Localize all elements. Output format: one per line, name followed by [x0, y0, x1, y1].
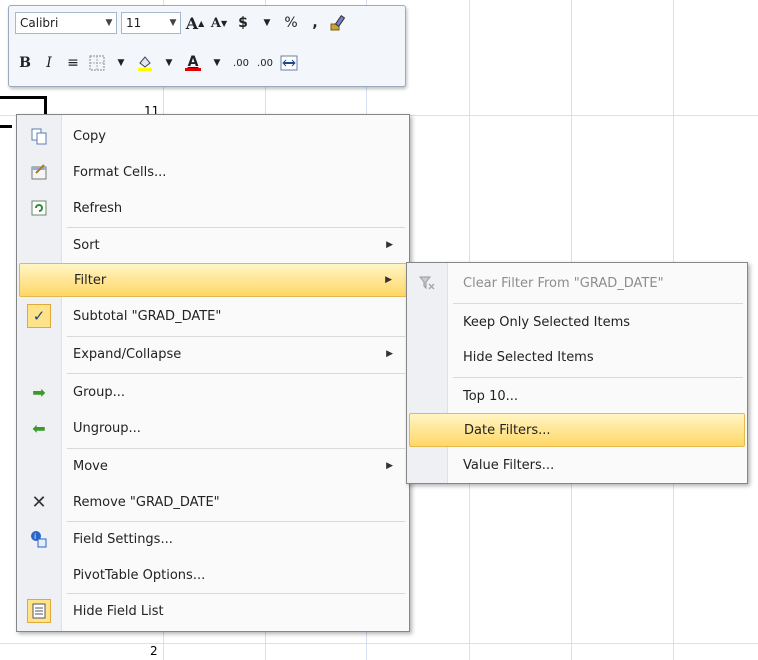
menu-item-label: Field Settings...: [73, 531, 173, 547]
menu-separator: [67, 373, 405, 374]
menu-item-field-settings[interactable]: i Field Settings...: [19, 522, 407, 556]
font-name-combo[interactable]: Calibri ▼: [15, 12, 117, 34]
menu-item-group[interactable]: ➡ Group...: [19, 375, 407, 409]
menu-item-sort[interactable]: Sort ▶: [19, 228, 407, 262]
svg-text:i: i: [34, 532, 36, 541]
decrease-decimal-button[interactable]: .00: [255, 52, 275, 74]
borders-icon[interactable]: [87, 52, 107, 74]
menu-item-ungroup[interactable]: ⬅ Ungroup...: [19, 411, 407, 445]
menu-item-label: Sort: [73, 237, 100, 253]
context-menu: Copy Format Cells... Refresh Sort ▶ Filt…: [16, 114, 410, 632]
format-painter-icon[interactable]: [329, 12, 349, 34]
active-cell-border: [44, 96, 47, 116]
chevron-down-icon[interactable]: ▼: [257, 12, 277, 34]
submenu-arrow-icon: ▶: [386, 349, 393, 359]
active-cell-border: [0, 96, 46, 99]
menu-item-move[interactable]: Move ▶: [19, 449, 407, 483]
active-cell-border: [0, 125, 12, 128]
font-size-combo[interactable]: 11 ▼: [121, 12, 181, 34]
shrink-font-button[interactable]: A ▼: [209, 12, 229, 34]
ungroup-arrow-icon: ⬅: [32, 418, 46, 438]
group-arrow-icon: ➡: [32, 382, 46, 402]
grow-font-button[interactable]: A ▲: [185, 12, 205, 34]
menu-item-label: Filter: [74, 272, 107, 288]
cell-value-bottom[interactable]: 2: [150, 644, 158, 658]
italic-button[interactable]: I: [39, 52, 59, 74]
bold-button[interactable]: B: [15, 52, 35, 74]
submenu-arrow-icon: ▶: [385, 275, 392, 285]
menu-item-label: Subtotal "GRAD_DATE": [73, 308, 222, 324]
font-color-button[interactable]: A: [183, 52, 203, 74]
menu-item-refresh[interactable]: Refresh: [19, 191, 407, 225]
submenu-item-label: Value Filters...: [463, 457, 555, 473]
menu-item-label: Move: [73, 458, 108, 474]
merge-center-icon[interactable]: [279, 52, 299, 74]
menu-item-pivottable-options[interactable]: PivotTable Options...: [19, 558, 407, 592]
filter-submenu: Clear Filter From "GRAD_DATE" Keep Only …: [406, 262, 748, 484]
font-name-value: Calibri: [20, 16, 59, 30]
submenu-item-value-filters[interactable]: Value Filters...: [409, 448, 745, 482]
currency-format-button[interactable]: $: [233, 12, 253, 34]
menu-item-hide-field-list[interactable]: Hide Field List: [19, 594, 407, 628]
menu-item-label: Ungroup...: [73, 420, 141, 436]
copy-icon: [23, 125, 55, 147]
menu-item-format-cells[interactable]: Format Cells...: [19, 155, 407, 189]
increase-decimal-button[interactable]: .00: [231, 52, 251, 74]
menu-item-label: Copy: [73, 128, 106, 144]
submenu-item-label: Clear Filter From "GRAD_DATE": [463, 275, 664, 291]
mini-toolbar: Calibri ▼ 11 ▼ A ▲ A ▼ $ ▼ % , B I ≡ ▼ ▼ A: [8, 5, 406, 87]
submenu-item-keep-only-selected[interactable]: Keep Only Selected Items: [409, 305, 745, 339]
center-align-icon[interactable]: ≡: [63, 52, 83, 74]
menu-item-copy[interactable]: Copy: [19, 119, 407, 153]
font-size-value: 11: [126, 16, 142, 30]
submenu-item-label: Hide Selected Items: [463, 349, 594, 365]
menu-item-filter[interactable]: Filter ▶: [19, 263, 407, 297]
submenu-item-label: Date Filters...: [464, 422, 551, 438]
menu-item-label: Expand/Collapse: [73, 346, 182, 362]
menu-item-label: Refresh: [73, 200, 123, 216]
submenu-item-label: Keep Only Selected Items: [463, 314, 631, 330]
fill-color-icon[interactable]: [135, 52, 155, 74]
field-list-icon: [27, 599, 51, 623]
menu-item-label: PivotTable Options...: [73, 567, 206, 583]
menu-item-expand-collapse[interactable]: Expand/Collapse ▶: [19, 337, 407, 371]
menu-item-label: Group...: [73, 384, 125, 400]
menu-separator: [453, 303, 743, 304]
menu-item-label: Remove "GRAD_DATE": [73, 494, 220, 510]
chevron-down-icon[interactable]: ▼: [166, 13, 180, 33]
menu-item-label: Hide Field List: [73, 603, 164, 619]
checkmark-icon: ✓: [27, 304, 51, 328]
percent-style-button[interactable]: %: [281, 12, 301, 34]
submenu-item-hide-selected[interactable]: Hide Selected Items: [409, 340, 745, 374]
menu-item-remove[interactable]: ✕ Remove "GRAD_DATE": [19, 485, 407, 519]
chevron-down-icon[interactable]: ▼: [111, 52, 131, 74]
menu-item-label: Format Cells...: [73, 164, 167, 180]
format-cells-icon: [23, 161, 55, 183]
font-color-bar: [185, 67, 201, 71]
chevron-down-icon[interactable]: ▼: [207, 52, 227, 74]
submenu-item-label: Top 10...: [463, 388, 519, 404]
submenu-item-clear-filter[interactable]: Clear Filter From "GRAD_DATE": [409, 266, 745, 300]
comma-style-button[interactable]: ,: [305, 12, 325, 34]
menu-separator: [453, 377, 743, 378]
menu-item-subtotal[interactable]: ✓ Subtotal "GRAD_DATE": [19, 299, 407, 333]
chevron-down-icon[interactable]: ▼: [159, 52, 179, 74]
remove-x-icon: ✕: [31, 491, 47, 513]
chevron-down-icon[interactable]: ▼: [102, 13, 116, 33]
submenu-item-date-filters[interactable]: Date Filters...: [409, 413, 745, 447]
refresh-icon: [23, 197, 55, 219]
field-settings-icon: i: [23, 528, 55, 550]
submenu-arrow-icon: ▶: [386, 240, 393, 250]
clear-filter-icon: [411, 272, 443, 294]
submenu-item-top-10[interactable]: Top 10...: [409, 379, 745, 413]
submenu-arrow-icon: ▶: [386, 461, 393, 471]
